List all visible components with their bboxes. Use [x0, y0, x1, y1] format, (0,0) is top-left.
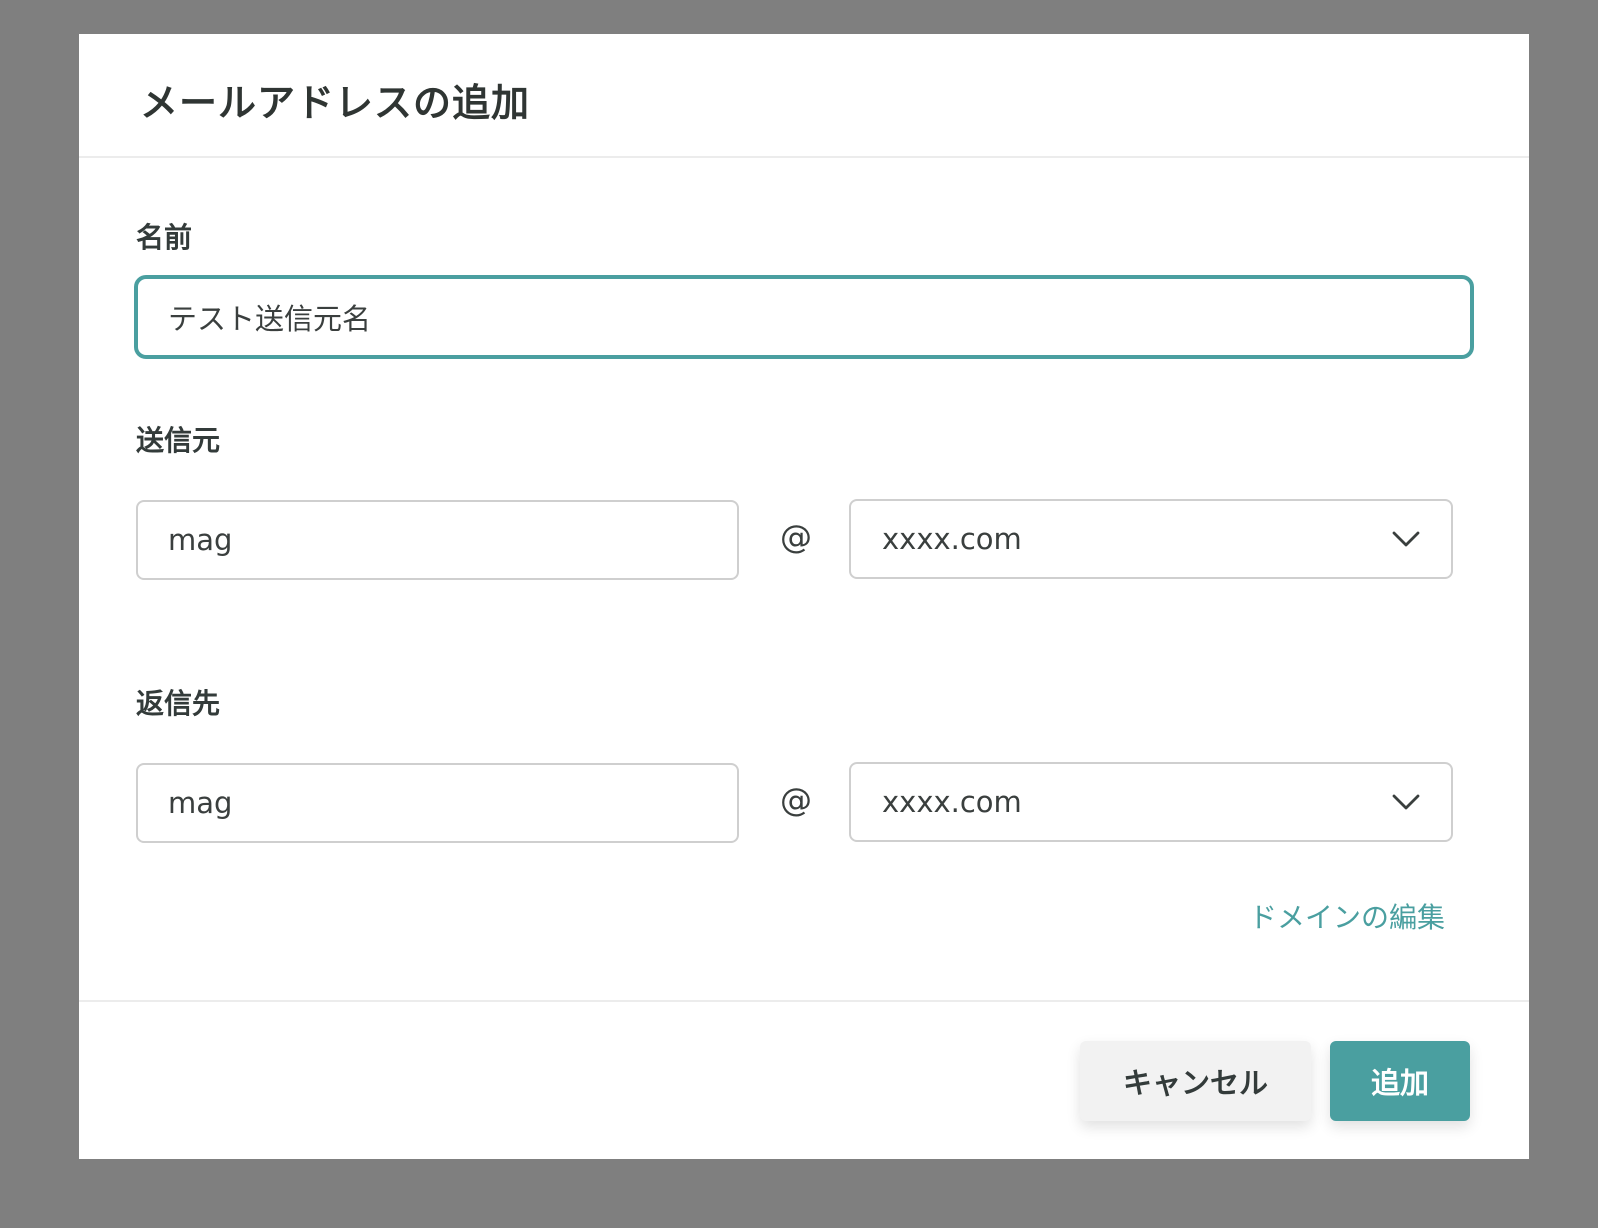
cancel-button[interactable]: キャンセル	[1080, 1041, 1311, 1121]
sender-label: 送信元	[136, 424, 221, 457]
name-input[interactable]	[134, 275, 1474, 359]
sender-local-part-input[interactable]	[136, 500, 739, 580]
reply-to-domain-value: xxxx.com	[882, 785, 1022, 819]
reply-to-label: 返信先	[136, 687, 221, 720]
add-button[interactable]: 追加	[1330, 1041, 1470, 1121]
add-email-dialog: メールアドレスの追加 名前 送信元 @ xxxx.com 返信先 @ xxxx.…	[79, 34, 1529, 1159]
sender-domain-select[interactable]: xxxx.com	[849, 499, 1453, 579]
reply-to-domain-select[interactable]: xxxx.com	[849, 762, 1453, 842]
reply-to-at-sign: @	[780, 781, 812, 819]
edit-domain-link[interactable]: ドメインの編集	[1249, 896, 1445, 936]
name-label: 名前	[136, 221, 193, 254]
dialog-header: メールアドレスの追加	[79, 34, 1529, 158]
footer-divider	[79, 1000, 1529, 1002]
reply-to-local-part-input[interactable]	[136, 763, 739, 843]
sender-domain-value: xxxx.com	[882, 522, 1022, 556]
sender-at-sign: @	[780, 518, 812, 556]
chevron-down-icon	[1392, 794, 1420, 810]
dialog-title: メールアドレスの追加	[140, 81, 531, 125]
chevron-down-icon	[1392, 531, 1420, 547]
